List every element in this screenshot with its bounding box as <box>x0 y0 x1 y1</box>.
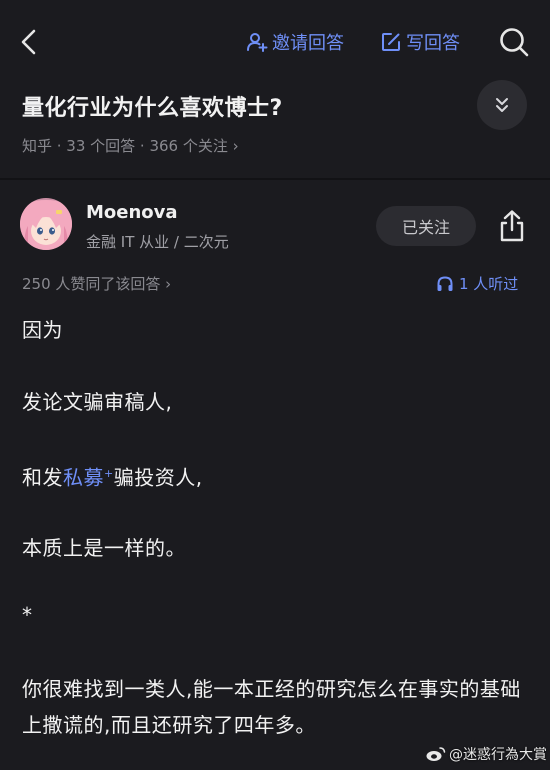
follow-button[interactable]: 已关注 <box>376 206 476 246</box>
keyword-link[interactable]: 私募 <box>63 466 104 490</box>
question-meta[interactable]: 知乎 · 33 个回答 · 366 个关注 › <box>22 135 239 156</box>
keyword-spark-icon: + <box>104 467 114 480</box>
answer-paragraph: 本质上是一样的。 <box>22 536 186 560</box>
headphones-icon <box>437 275 453 291</box>
double-chevron-down-icon <box>496 98 508 112</box>
author-name[interactable]: Moenova <box>86 202 178 223</box>
answer-paragraph: 和发私募+骗投资人, <box>22 457 203 495</box>
invite-answer-label: 邀请回答 <box>272 33 344 54</box>
vote-count[interactable]: 250 人赞同了该回答 › <box>22 273 171 294</box>
answer-paragraph: 因为 <box>22 318 63 342</box>
answer-text: 和发 <box>22 465 63 490</box>
watermark: @迷惑行為大賞 <box>426 744 547 764</box>
section-divider <box>0 178 550 180</box>
collapse-button[interactable] <box>477 80 527 130</box>
user-plus-icon <box>247 33 268 52</box>
answer-separator: * <box>22 603 33 627</box>
share-icon <box>500 210 524 242</box>
edit-icon <box>382 33 400 51</box>
author-description: 金融 IT 从业 / 二次元 <box>86 233 229 251</box>
listen-label: 1 人听过 <box>459 275 519 293</box>
write-answer-label: 写回答 <box>406 33 460 54</box>
top-bar: 邀请回答 写回答 <box>0 0 550 84</box>
back-button[interactable] <box>14 24 46 60</box>
answer-text: 骗投资人, <box>113 465 203 490</box>
avatar[interactable] <box>20 198 72 250</box>
search-icon <box>500 28 529 57</box>
invite-answer-button[interactable]: 邀请回答 <box>246 28 344 56</box>
question-title[interactable]: 量化行业为什么喜欢博士? <box>22 90 283 122</box>
answer-paragraph: 发论文骗审稿人, <box>22 390 173 414</box>
watermark-text: @迷惑行為大賞 <box>449 747 547 763</box>
share-button[interactable] <box>496 208 528 244</box>
chevron-left-icon <box>21 29 36 55</box>
weibo-icon <box>426 747 446 761</box>
search-button[interactable] <box>496 24 532 60</box>
write-answer-button[interactable]: 写回答 <box>380 28 460 56</box>
listen-button[interactable]: 1 人听过 <box>436 273 518 294</box>
answer-paragraph: 你很难找到一类人,能一本正经的研究怎么在事实的基础上撒谎的,而且还研究了四年多。 <box>22 677 521 737</box>
